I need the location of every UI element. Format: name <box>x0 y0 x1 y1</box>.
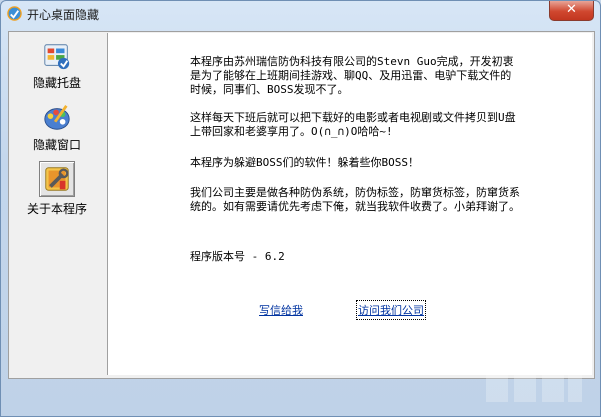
tools-icon <box>45 167 69 191</box>
watermark-logo-icon <box>486 362 582 402</box>
window-title: 开心桌面隐藏 <box>27 8 100 22</box>
about-paragraph-2: 这样每天下班后就可以把下载好的电影或者电视剧或文件拷贝到U盘上带回家和老婆享用了… <box>190 111 516 138</box>
close-button[interactable]: ✕ <box>549 1 594 21</box>
visit-company-link[interactable]: 访问我们公司 <box>356 300 426 320</box>
client-area: 隐藏托盘 隐藏窗口 关于本程序 本程序由苏州瑞信防伪科技有限公司的Stevn G… <box>8 31 595 379</box>
about-panel: 本程序由苏州瑞信防伪科技有限公司的Stevn Guo完成，开发初衷是为了能够在上… <box>107 33 592 375</box>
sidebar-item-hide-window[interactable]: 隐藏窗口 <box>10 103 104 159</box>
about-paragraph-3: 本程序为躲避BOSS们的软件！躲着些你BOSS！ <box>190 156 419 169</box>
about-paragraph-4: 我们公司主要是做各种防伪系统，防伪标签，防窜货标签，防窜货系统的。如有需要请优先… <box>190 186 520 213</box>
write-to-me-link[interactable]: 写信给我 <box>259 302 303 318</box>
title-bar[interactable]: 开心桌面隐藏 ✕ <box>1 1 600 27</box>
selected-icon-frame <box>39 161 75 197</box>
tray-hide-icon <box>44 44 70 70</box>
sidebar-item-label: 隐藏窗口 <box>32 138 81 152</box>
sidebar-item-hide-tray[interactable]: 隐藏托盘 <box>10 41 104 97</box>
app-window: 开心桌面隐藏 ✕ 隐藏托盘 隐藏窗口 关于本程序 本程序由苏州瑞信防伪科技有限公… <box>0 0 601 417</box>
about-paragraph-1: 本程序由苏州瑞信防伪科技有限公司的Stevn Guo完成，开发初衷是为了能够在上… <box>190 55 514 96</box>
sidebar-item-about[interactable]: 关于本程序 <box>10 161 104 217</box>
version-label: 程序版本号 - 6.2 <box>190 250 285 263</box>
palette-icon <box>44 105 70 130</box>
sidebar-item-label: 关于本程序 <box>26 202 87 216</box>
sidebar: 隐藏托盘 隐藏窗口 关于本程序 <box>10 33 104 375</box>
sidebar-item-label: 隐藏托盘 <box>32 76 81 90</box>
app-icon <box>7 6 22 21</box>
